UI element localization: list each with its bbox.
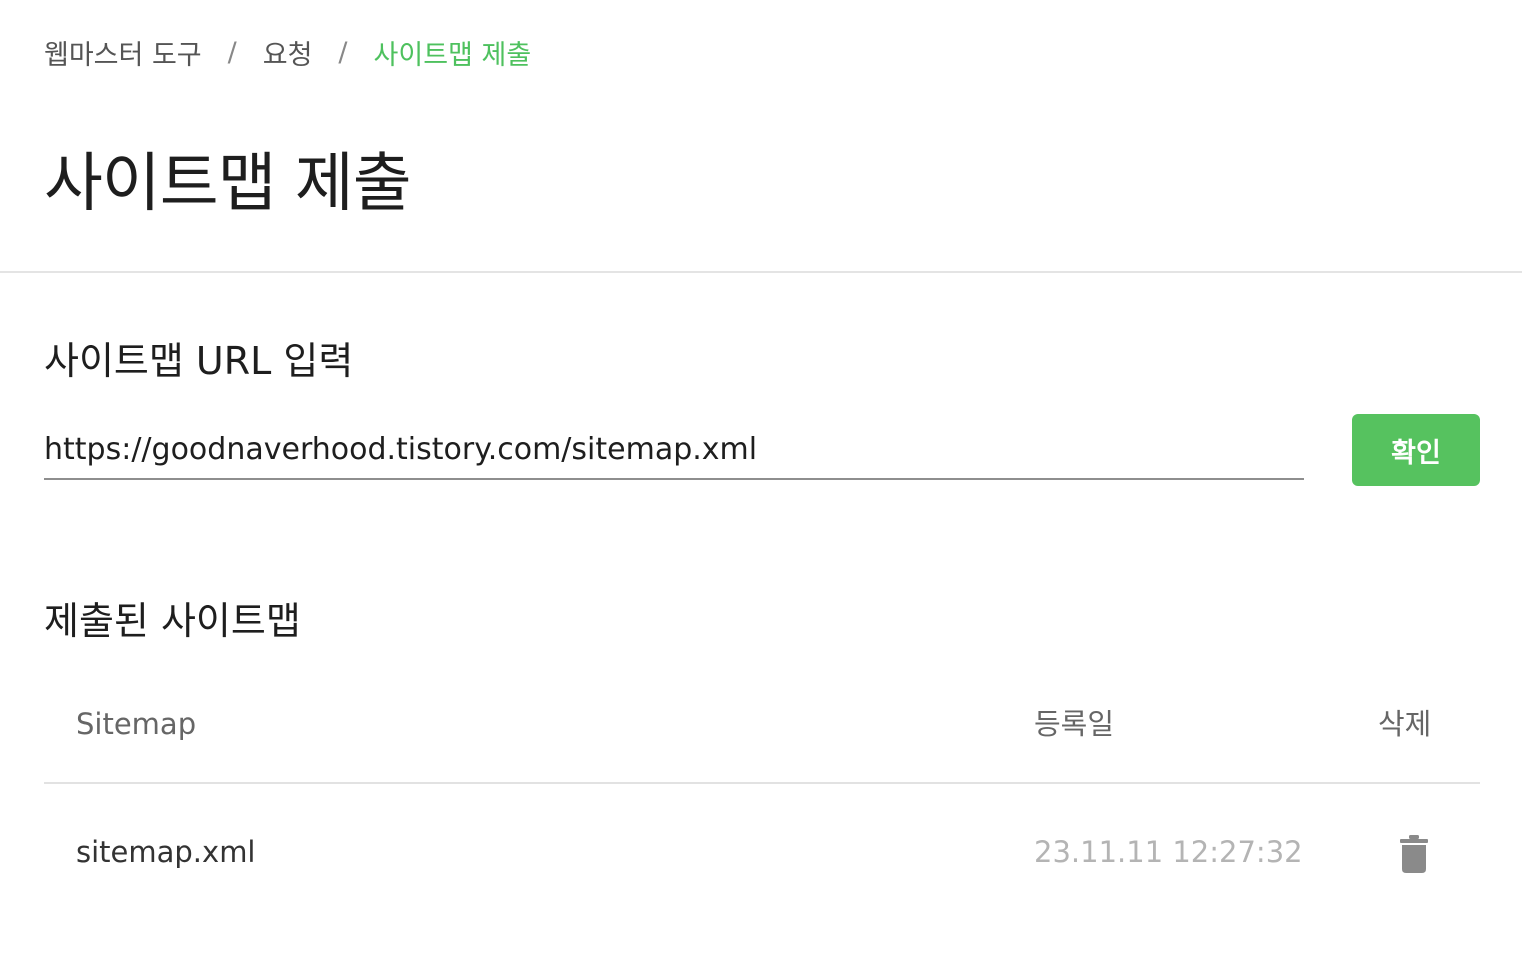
column-header-delete: 삭제 (1378, 707, 1432, 741)
breadcrumb: 웹마스터 도구 / 요청 / 사이트맵 제출 (44, 32, 531, 72)
table-row: sitemap.xml 23.11.11 12:27:32 (44, 784, 1480, 920)
submitted-section-title: 제출된 사이트맵 (44, 599, 301, 643)
page-title: 사이트맵 제출 (44, 147, 412, 221)
url-section-title: 사이트맵 URL 입력 (44, 339, 354, 383)
delete-sitemap-button[interactable] (1394, 832, 1434, 876)
sitemap-url-input[interactable] (44, 420, 1304, 480)
breadcrumb-item-sitemap-submit: 사이트맵 제출 (373, 39, 532, 71)
sitemap-name-cell: sitemap.xml (76, 835, 256, 869)
breadcrumb-separator: / (338, 36, 348, 68)
breadcrumb-separator: / (227, 36, 237, 68)
column-header-sitemap: Sitemap (76, 707, 197, 741)
title-divider (0, 271, 1522, 273)
submitted-sitemap-table: Sitemap 등록일 삭제 sitemap.xml 23.11.11 12:2… (44, 680, 1480, 920)
registered-date-cell: 23.11.11 12:27:32 (1034, 835, 1303, 869)
breadcrumb-item-request[interactable]: 요청 (263, 33, 313, 72)
table-header: Sitemap 등록일 삭제 (44, 680, 1480, 784)
confirm-button[interactable]: 확인 (1352, 414, 1480, 486)
breadcrumb-item-webmaster-tools[interactable]: 웹마스터 도구 (44, 33, 202, 72)
trash-icon (1400, 835, 1428, 873)
column-header-date: 등록일 (1034, 707, 1115, 741)
